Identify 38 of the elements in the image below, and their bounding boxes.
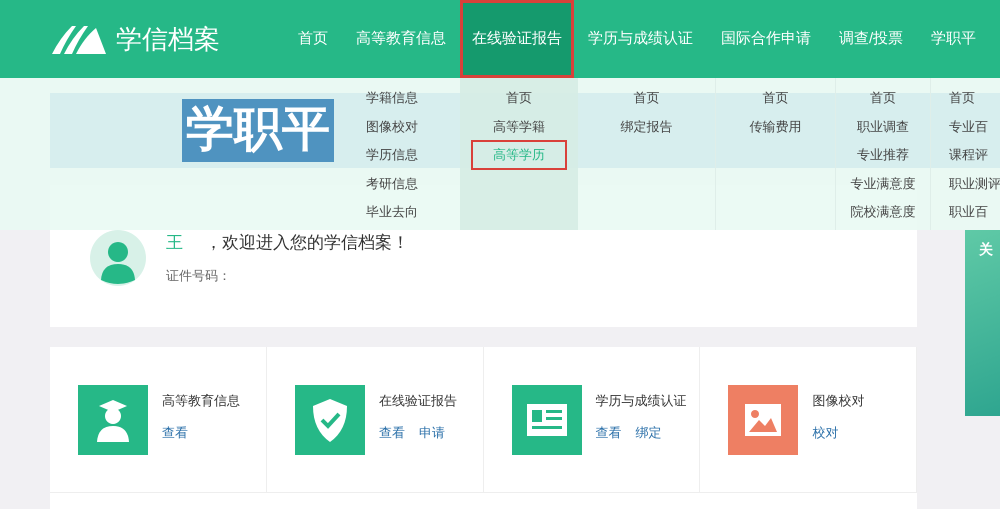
menu-item[interactable]: 专业推荐	[851, 141, 915, 170]
menu-item[interactable]: 毕业去向	[362, 198, 424, 226]
logo-text: 学信档案	[116, 22, 220, 56]
service-link[interactable]: 校对	[812, 422, 838, 442]
menu-item[interactable]: 学历信息	[362, 141, 424, 170]
service-title: 图像校对	[812, 392, 864, 410]
banner-text: 学职平	[182, 99, 334, 162]
menu-item[interactable]: 图像校对	[362, 112, 424, 141]
menu-item[interactable]: 职业调查	[851, 112, 915, 141]
service-link[interactable]: 查看	[378, 422, 405, 442]
menu-item[interactable]: 专业百	[931, 112, 994, 141]
service-title: 学历与成绩认证	[596, 392, 686, 410]
service-link[interactable]: 申请	[418, 422, 445, 442]
menu-item[interactable]: 首页	[756, 84, 794, 112]
service-title: 在线验证报告	[378, 392, 457, 410]
menu-item[interactable]: 绑定报告	[614, 112, 678, 141]
menu-item[interactable]: 考研信息	[362, 170, 424, 198]
service-title: 高等教育信息	[162, 392, 240, 410]
menu-item[interactable]: 传输费用	[744, 112, 808, 141]
menu-item[interactable]: 高等学籍	[487, 112, 551, 141]
service-link[interactable]: 绑定	[636, 422, 662, 442]
menu-item[interactable]: 首页	[628, 84, 666, 112]
id-label: 证件号码：	[166, 266, 232, 284]
nav-tab[interactable]: 在线验证报告	[460, 0, 574, 78]
menu-item[interactable]: 院校满意度	[844, 198, 922, 226]
menu-item[interactable]: 首页	[864, 84, 902, 112]
welcome-text: ，欢迎进入您的学信档案！	[205, 232, 409, 254]
menu-item[interactable]: 首页	[500, 84, 538, 112]
user-name: 王	[166, 232, 183, 254]
service-link[interactable]: 查看	[162, 422, 188, 442]
menu-item[interactable]: 专业满意度	[844, 170, 922, 198]
avatar-icon	[90, 230, 146, 286]
menu-item[interactable]: 课程评	[931, 141, 994, 170]
menu-item[interactable]: 职业百	[931, 198, 994, 226]
service-link[interactable]: 查看	[596, 422, 622, 442]
menu-item[interactable]: 首页	[931, 84, 981, 112]
menu-item[interactable]: 学籍信息	[362, 84, 424, 112]
side-text: 关	[979, 241, 993, 257]
